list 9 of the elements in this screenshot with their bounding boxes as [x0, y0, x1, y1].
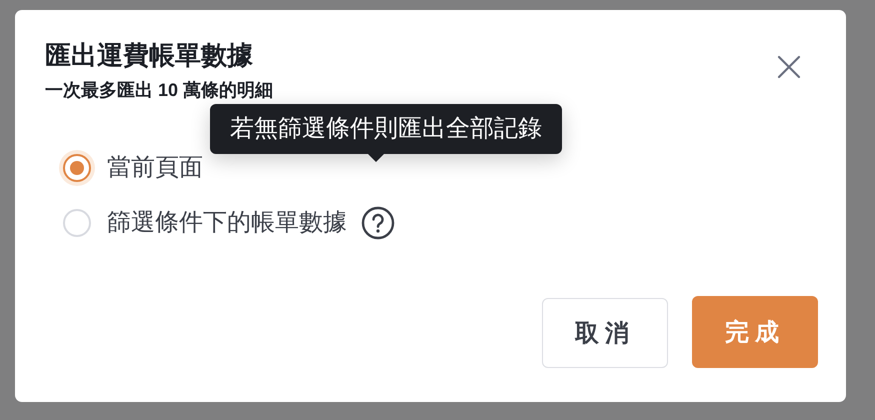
- close-button[interactable]: [776, 54, 802, 80]
- dialog-title: 匯出運費帳單數據: [45, 39, 254, 72]
- tooltip-arrow: [367, 153, 385, 162]
- dialog-subtitle: 一次最多匯出 10 萬條的明細: [45, 79, 274, 102]
- help-icon[interactable]: [361, 206, 395, 240]
- option-label[interactable]: 篩選條件下的帳單數據: [107, 207, 347, 239]
- close-icon: [777, 55, 801, 79]
- option-label[interactable]: 當前頁面: [107, 152, 203, 184]
- cancel-button[interactable]: 取消: [542, 298, 668, 368]
